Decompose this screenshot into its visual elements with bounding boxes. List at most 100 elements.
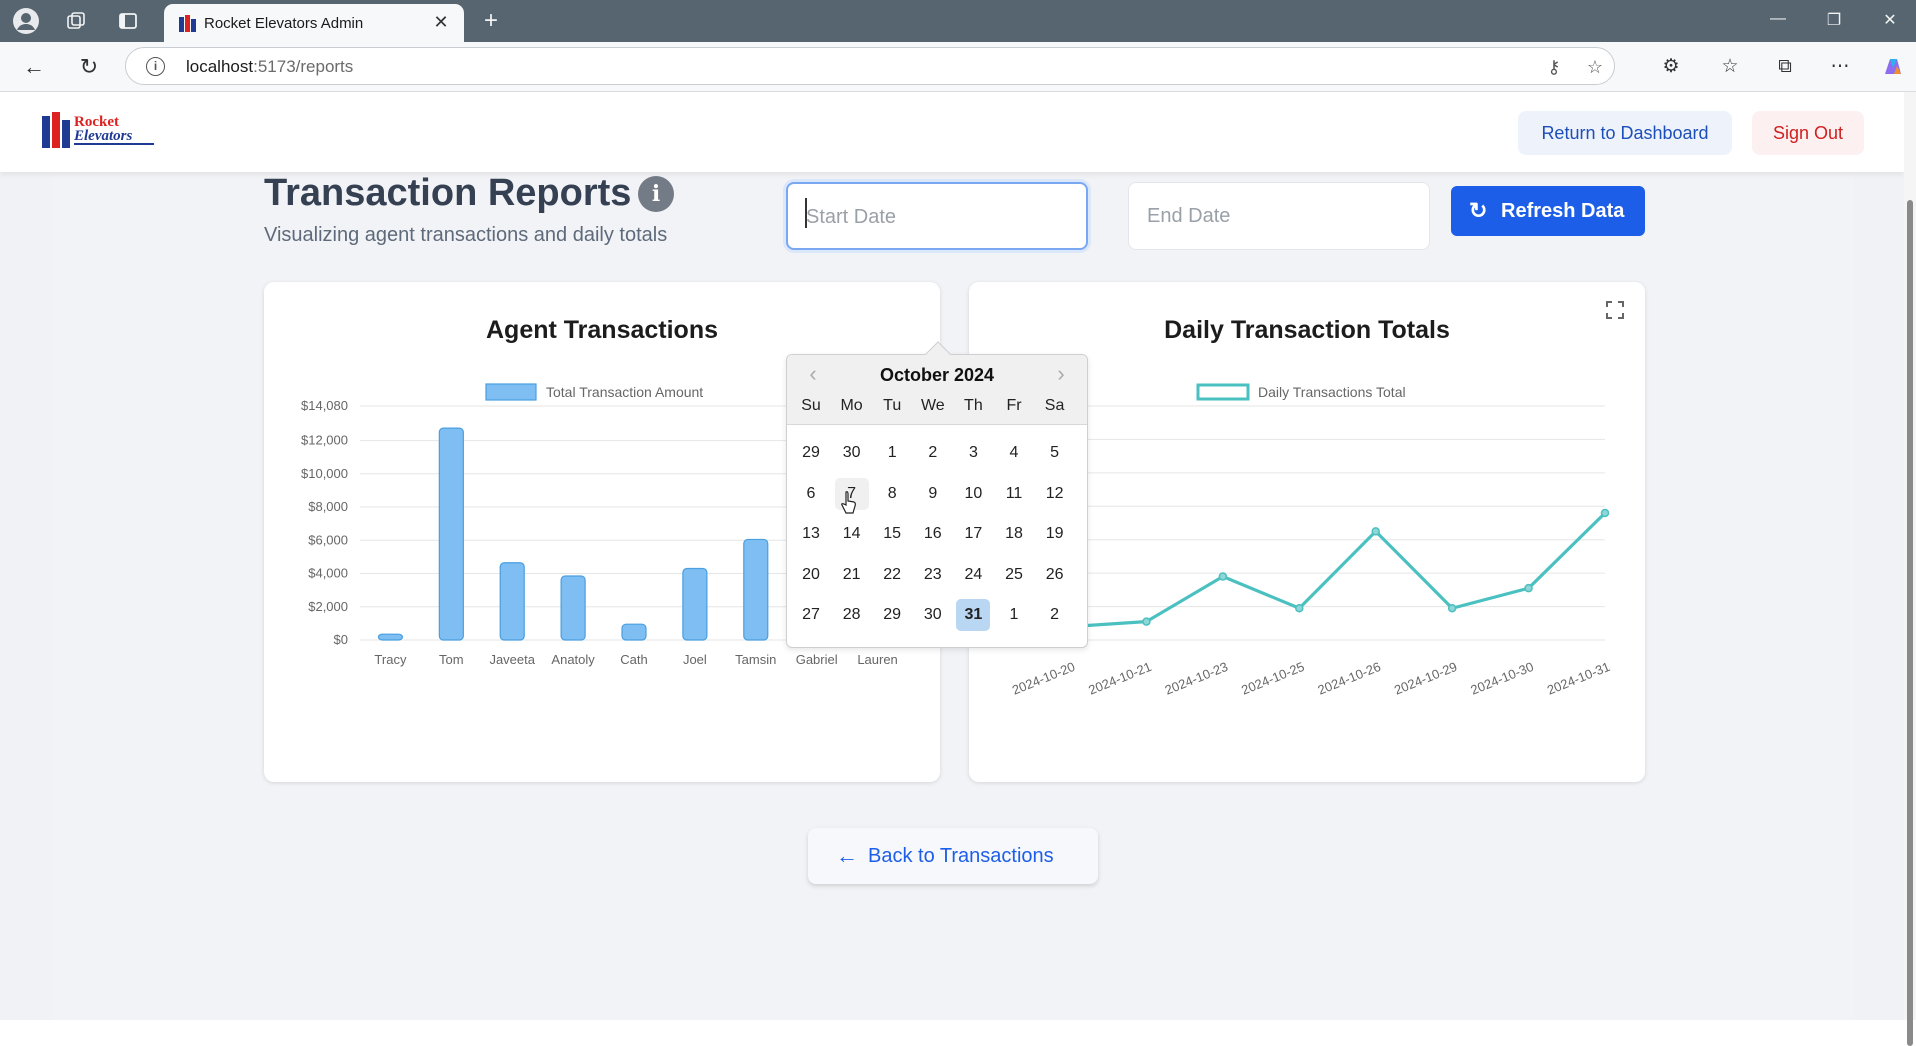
- calendar-day[interactable]: 24: [956, 559, 990, 591]
- x-tick-label: 2024-10-21: [1086, 659, 1153, 698]
- calendar-day[interactable]: 22: [875, 559, 909, 591]
- password-key-icon[interactable]: ⚷: [1542, 55, 1566, 79]
- calendar-day[interactable]: 11: [997, 478, 1031, 510]
- restore-icon[interactable]: ❐: [1822, 10, 1846, 30]
- calendar-day[interactable]: 2: [916, 437, 950, 469]
- refresh-data-label: Refresh Data: [1501, 200, 1625, 222]
- calendar-day[interactable]: 20: [794, 559, 828, 591]
- calendar-day[interactable]: 16: [916, 518, 950, 550]
- scrollbar-thumb[interactable]: [1907, 200, 1913, 1046]
- y-tick-label: $8,000: [308, 499, 348, 514]
- x-tick-label: Cath: [620, 652, 647, 667]
- calendar-day[interactable]: 1: [875, 437, 909, 469]
- collections-icon[interactable]: ⧉: [1772, 54, 1798, 80]
- calendar-day[interactable]: 29: [875, 599, 909, 631]
- calendar-day[interactable]: 17: [956, 518, 990, 550]
- text-caret: [805, 198, 807, 228]
- sign-out-button[interactable]: Sign Out: [1752, 111, 1864, 155]
- x-tick-label: 2024-10-25: [1239, 659, 1306, 698]
- back-to-transactions-button[interactable]: ← Back to Transactions: [808, 828, 1098, 884]
- data-point: [1524, 583, 1533, 593]
- more-menu-icon[interactable]: ⋯: [1827, 54, 1853, 80]
- legend-swatch: [1196, 383, 1250, 401]
- new-tab-icon[interactable]: +: [478, 8, 504, 34]
- calendar-day[interactable]: 29: [794, 437, 828, 469]
- page-title: Transaction Reports: [264, 172, 632, 214]
- copilot-icon[interactable]: [1880, 54, 1906, 80]
- data-point: [1371, 527, 1380, 536]
- series-line: [1069, 511, 1607, 629]
- reload-icon[interactable]: ↻: [75, 53, 103, 81]
- weekday-header: We: [920, 397, 945, 414]
- x-tick-label: 2024-10-23: [1163, 659, 1230, 698]
- x-tick-label: Anatoly: [551, 652, 595, 667]
- workspaces-icon[interactable]: [62, 7, 90, 35]
- legend-label: Daily Transactions Total: [1258, 384, 1406, 400]
- info-icon[interactable]: i: [638, 176, 674, 212]
- legend-swatch: [485, 383, 537, 401]
- calendar-day[interactable]: 25: [997, 559, 1031, 591]
- calendar-day[interactable]: 23: [916, 559, 950, 591]
- extensions-icon[interactable]: ⚙: [1658, 54, 1684, 80]
- calendar-day[interactable]: 21: [835, 559, 869, 591]
- calendar-day[interactable]: 28: [835, 599, 869, 631]
- calendar-day[interactable]: 4: [997, 437, 1031, 469]
- x-tick-label: 2024-10-31: [1545, 659, 1612, 698]
- back-to-transactions-label: Back to Transactions: [868, 845, 1054, 867]
- calendar-day[interactable]: 19: [1038, 518, 1072, 550]
- previous-month-icon[interactable]: ‹: [799, 363, 827, 387]
- y-tick-label: $2,000: [308, 599, 348, 614]
- calendar-day[interactable]: 18: [997, 518, 1031, 550]
- weekday-header: Tu: [883, 397, 902, 414]
- return-to-dashboard-button[interactable]: Return to Dashboard: [1518, 111, 1732, 155]
- bar: [438, 427, 464, 641]
- calendar-day[interactable]: 30: [916, 599, 950, 631]
- next-month-icon[interactable]: ›: [1047, 363, 1075, 387]
- weekday-header: Th: [964, 397, 983, 414]
- favorite-star-icon[interactable]: ☆: [1583, 55, 1607, 79]
- y-tick-label: $10,000: [301, 466, 348, 481]
- y-tick-label: $6,000: [308, 532, 348, 547]
- calendar-day[interactable]: 5: [1038, 437, 1072, 469]
- close-window-icon[interactable]: ✕: [1878, 10, 1902, 30]
- calendar-day[interactable]: 2: [1038, 599, 1072, 631]
- end-date-input[interactable]: End Date: [1128, 182, 1430, 250]
- calendar-day[interactable]: 31: [956, 599, 991, 631]
- calendar-day[interactable]: 30: [835, 437, 869, 469]
- close-tab-icon[interactable]: ✕: [430, 11, 452, 33]
- profile-icon[interactable]: [12, 7, 40, 35]
- minimize-icon[interactable]: —: [1766, 10, 1790, 28]
- calendar-day[interactable]: 27: [794, 599, 828, 631]
- calendar-day[interactable]: 26: [1038, 559, 1072, 591]
- calendar-day[interactable]: 9: [916, 478, 950, 510]
- favorites-icon[interactable]: ☆: [1717, 54, 1743, 80]
- url-field[interactable]: i localhost:5173/reports ⚷ ☆: [125, 47, 1615, 85]
- bar: [377, 633, 404, 641]
- legend-label: Total Transaction Amount: [546, 384, 703, 400]
- x-tick-label: 2024-10-29: [1392, 659, 1459, 698]
- calendar-day[interactable]: 3: [956, 437, 990, 469]
- bar: [682, 567, 708, 641]
- rocket-elevators-logo[interactable]: Rocket Elevators: [42, 110, 160, 152]
- y-tick-label: $14,080: [301, 398, 348, 413]
- data-point: [1600, 508, 1610, 518]
- calendar-day[interactable]: 8: [875, 478, 909, 510]
- x-tick-label: 2024-10-20: [1010, 659, 1077, 698]
- calendar-day[interactable]: 15: [875, 518, 909, 550]
- start-date-input[interactable]: Start Date: [786, 182, 1088, 250]
- data-point: [1447, 603, 1457, 613]
- site-info-icon[interactable]: i: [146, 57, 165, 76]
- page-scrollbar[interactable]: [1904, 92, 1916, 1046]
- back-nav-icon[interactable]: ←: [20, 53, 48, 81]
- x-tick-label: Javeeta: [489, 652, 535, 667]
- tab-actions-icon[interactable]: [114, 7, 142, 35]
- calendar-day[interactable]: 13: [794, 518, 828, 550]
- calendar-day[interactable]: 10: [956, 478, 990, 510]
- browser-tab[interactable]: Rocket Elevators Admin ✕: [164, 4, 464, 42]
- calendar-day[interactable]: 1: [997, 599, 1031, 631]
- calendar-day[interactable]: 14: [835, 518, 869, 550]
- calendar-day[interactable]: 6: [794, 478, 828, 510]
- calendar-day[interactable]: 12: [1038, 478, 1072, 510]
- refresh-data-button[interactable]: ↻ Refresh Data: [1451, 186, 1645, 236]
- bar: [499, 562, 525, 641]
